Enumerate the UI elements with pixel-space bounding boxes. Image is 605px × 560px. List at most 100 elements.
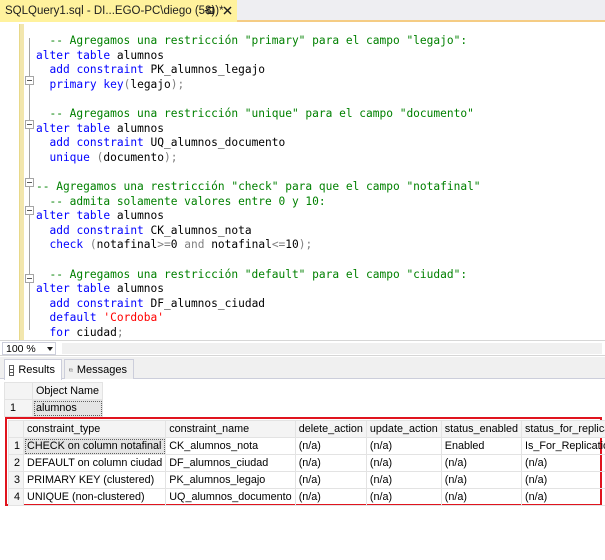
code-token: alumnos — [110, 121, 165, 135]
code-token: UQ_alumnos_documento — [143, 136, 286, 150]
collapse-icon[interactable] — [25, 178, 34, 187]
column-header[interactable]: constraint_name — [165, 420, 296, 438]
document-tab-sqlquery1[interactable]: SQLQuery1.sql - DI...EGO-PC\diego (58))* — [0, 0, 237, 22]
row-number-header[interactable] — [4, 382, 33, 400]
table-cell[interactable]: DEFAULT on column ciudad — [23, 454, 167, 472]
code-line[interactable]: -- Agregamos una restricción "unique" pa… — [36, 107, 481, 122]
column-header[interactable]: constraint_type — [23, 420, 167, 438]
table-cell[interactable]: alumnos — [31, 399, 104, 417]
table-row[interactable]: 3 PRIMARY KEY (clustered) PK_alumnos_leg… — [7, 471, 605, 489]
tab-messages-label: Messages — [76, 363, 127, 376]
table-cell[interactable]: (n/a) — [365, 454, 442, 472]
table-cell[interactable]: (n/a) — [294, 454, 367, 472]
row-number-header[interactable] — [7, 420, 25, 438]
grid-header-row: Object Name — [4, 382, 104, 400]
code-line[interactable]: default 'Cordoba' — [36, 311, 481, 326]
table-row[interactable]: 1 CHECK on column notafinal CK_alumnos_n… — [7, 437, 605, 455]
row-number[interactable]: 2 — [7, 454, 25, 472]
code-line[interactable]: -- Agregamos una restricción "primary" p… — [36, 34, 481, 49]
collapse-icon[interactable] — [25, 76, 34, 85]
query-editor[interactable]: -- Agregamos una restricción "primary" p… — [0, 24, 605, 340]
code-token: alumnos — [110, 48, 165, 62]
code-token: alumnos — [110, 209, 165, 223]
row-number[interactable]: 1 — [4, 399, 33, 417]
table-cell[interactable]: UNIQUE (non-clustered) — [23, 488, 167, 506]
code-line[interactable]: alter table alumnos — [36, 282, 481, 297]
tab-results[interactable]: Results — [4, 359, 62, 380]
column-header[interactable]: delete_action — [294, 420, 367, 438]
result-grid-object-name[interactable]: Object Name 1 alumnos — [4, 382, 104, 417]
code-line[interactable]: add constraint DF_alumnos_ciudad — [36, 297, 481, 312]
collapse-icon[interactable] — [25, 206, 34, 215]
collapse-icon[interactable] — [25, 274, 34, 283]
code-line[interactable] — [36, 253, 481, 268]
table-cell[interactable]: (n/a) — [521, 454, 605, 472]
column-header[interactable]: Object Name — [31, 382, 104, 400]
chevron-down-icon[interactable] — [47, 347, 53, 351]
table-row[interactable]: 1 alumnos — [4, 399, 104, 417]
sql-code[interactable]: -- Agregamos una restricción "primary" p… — [36, 34, 481, 340]
table-cell[interactable]: (n/a) — [365, 488, 442, 506]
table-cell[interactable]: DF_alumnos_ciudad — [165, 454, 296, 472]
column-header[interactable]: status_for_replication — [521, 420, 605, 438]
code-token: ciudad — [69, 325, 117, 339]
code-line[interactable]: alter table alumnos — [36, 122, 481, 137]
table-cell[interactable]: (n/a) — [294, 437, 367, 455]
code-token: notafinal — [96, 238, 158, 252]
table-cell[interactable]: (n/a) — [521, 471, 605, 489]
close-icon[interactable] — [221, 4, 234, 17]
tab-messages[interactable]: Messages — [64, 359, 134, 379]
row-number[interactable]: 3 — [7, 471, 25, 489]
grid-header-row: constraint_type constraint_name delete_a… — [7, 420, 605, 438]
table-cell[interactable]: (n/a) — [365, 471, 442, 489]
column-header[interactable]: status_enabled — [440, 420, 523, 438]
code-line[interactable]: add constraint UQ_alumnos_documento — [36, 136, 481, 151]
table-cell[interactable]: (n/a) — [521, 488, 605, 506]
row-number[interactable]: 1 — [7, 437, 25, 455]
code-line[interactable] — [36, 92, 481, 107]
code-token: alumnos — [110, 282, 165, 296]
code-line[interactable]: alter table alumnos — [36, 209, 481, 224]
code-token: ); — [170, 77, 185, 91]
code-line[interactable]: alter table alumnos — [36, 49, 481, 64]
table-cell[interactable]: (n/a) — [440, 488, 523, 506]
row-number[interactable]: 4 — [7, 488, 25, 506]
table-cell[interactable]: UQ_alumnos_documento — [165, 488, 296, 506]
zoom-dropdown[interactable]: 100 % — [2, 342, 56, 355]
table-cell[interactable]: (n/a) — [294, 488, 367, 506]
table-cell[interactable]: CK_alumnos_nota — [165, 437, 296, 455]
result-grid-constraints[interactable]: constraint_type constraint_name delete_a… — [7, 420, 605, 506]
table-row[interactable]: 4 UNIQUE (non-clustered) UQ_alumnos_docu… — [7, 488, 605, 506]
code-token: DF_alumnos_ciudad — [143, 296, 266, 310]
table-cell[interactable]: (n/a) — [440, 454, 523, 472]
horizontal-scrollbar[interactable] — [62, 343, 602, 354]
code-line[interactable]: add constraint PK_alumnos_legajo — [36, 63, 481, 78]
table-row[interactable]: 2 DEFAULT on column ciudad DF_alumnos_ci… — [7, 454, 605, 472]
code-line[interactable]: check (notafinal>=0 and notafinal<=10); — [36, 238, 481, 253]
code-line[interactable]: for ciudad; — [36, 326, 481, 341]
code-token: -- Agregamos una restricción "check" par… — [36, 179, 481, 193]
code-line[interactable]: add constraint CK_alumnos_nota — [36, 224, 481, 239]
code-token: 'Cordoba' — [103, 311, 164, 325]
table-cell[interactable]: (n/a) — [365, 437, 442, 455]
table-cell[interactable]: PK_alumnos_legajo — [165, 471, 296, 489]
collapse-icon[interactable] — [25, 120, 34, 129]
table-cell[interactable]: (n/a) — [294, 471, 367, 489]
table-cell[interactable]: Is_For_Replication — [521, 437, 605, 455]
table-cell[interactable]: CHECK on column notafinal — [23, 437, 167, 455]
code-line[interactable]: -- admita solamente valores entre 0 y 10… — [36, 195, 481, 210]
code-token: table — [76, 121, 111, 135]
code-token: unique — [36, 150, 90, 164]
table-cell[interactable]: PRIMARY KEY (clustered) — [23, 471, 167, 489]
code-line[interactable]: primary key(legajo); — [36, 78, 481, 93]
code-line[interactable] — [36, 165, 481, 180]
code-line[interactable]: -- Agregamos una restricción "default" p… — [36, 268, 481, 283]
code-token: table — [76, 48, 111, 62]
pin-icon[interactable] — [203, 4, 216, 17]
code-line[interactable]: unique (documento); — [36, 151, 481, 166]
code-line[interactable]: -- Agregamos una restricción "check" par… — [36, 180, 481, 195]
table-cell[interactable]: (n/a) — [440, 471, 523, 489]
change-tracking-bar — [19, 24, 24, 340]
column-header[interactable]: update_action — [365, 420, 442, 438]
table-cell[interactable]: Enabled — [440, 437, 523, 455]
